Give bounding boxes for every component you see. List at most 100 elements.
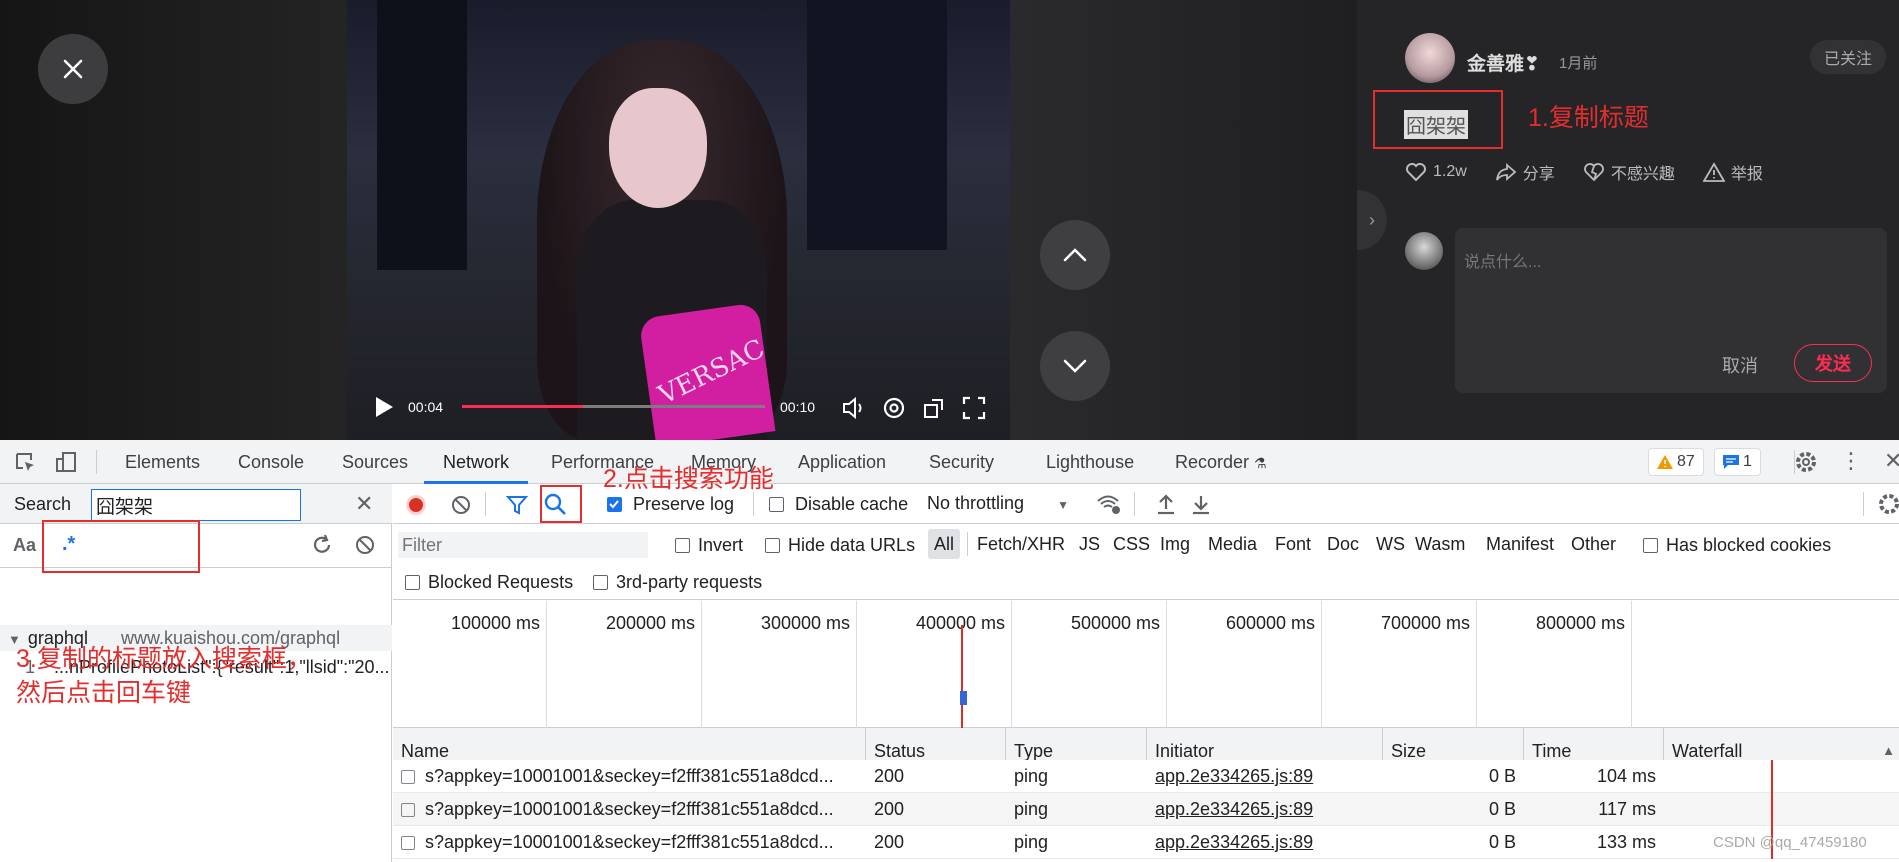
table-row[interactable]: s?appkey=10001001&seckey=f2fff381c551a8d… <box>393 826 1899 859</box>
close-search-icon[interactable]: ✕ <box>355 491 373 517</box>
tab-security[interactable]: Security <box>929 440 994 484</box>
inspect-element-button[interactable] <box>14 451 36 478</box>
tab-sources[interactable]: Sources <box>342 440 408 484</box>
gear-icon <box>1796 452 1816 472</box>
hide-data-urls-checkbox[interactable]: Hide data URLs <box>765 534 915 556</box>
preserve-log-label: Preserve log <box>633 493 735 514</box>
device-icon <box>56 452 76 472</box>
filter-type-media[interactable]: Media <box>1208 534 1257 555</box>
fullscreen-button[interactable] <box>962 396 986 420</box>
settings-icon <box>883 397 905 419</box>
cell-time: 117 ms <box>1598 799 1656 819</box>
filter-type-js[interactable]: JS <box>1079 534 1100 555</box>
search-input[interactable] <box>91 489 301 521</box>
volume-button[interactable] <box>842 396 868 420</box>
filter-type-ws[interactable]: WS <box>1376 534 1405 555</box>
cancel-button[interactable]: 取消 <box>1722 352 1758 378</box>
checkbox-unchecked <box>593 574 608 590</box>
tab-lighthouse[interactable]: Lighthouse <box>1046 440 1134 484</box>
more-options-icon[interactable]: ⋮ <box>1840 448 1862 474</box>
cell-initiator[interactable]: app.2e334265.js:89 <box>1147 826 1383 859</box>
has-blocked-cookies-checkbox[interactable]: Has blocked cookies <box>1643 534 1831 556</box>
refresh-icon <box>313 534 331 553</box>
filter-type-wasm[interactable]: Wasm <box>1415 534 1465 555</box>
close-devtools-icon[interactable]: ✕ <box>1884 448 1899 474</box>
settings-button[interactable] <box>882 396 906 420</box>
rotate-button[interactable] <box>922 396 946 420</box>
progress-bar[interactable] <box>462 405 765 408</box>
bag-text: VERSAC <box>653 333 770 411</box>
cell-size: 0 B <box>1488 799 1516 819</box>
table-row[interactable]: s?appkey=10001001&seckey=f2fff381c551a8d… <box>393 760 1899 793</box>
tab-recorder[interactable]: Recorder ⚗ <box>1175 440 1267 484</box>
clear-log-button[interactable] <box>450 494 472 521</box>
export-har-button[interactable] <box>1191 493 1211 520</box>
divider <box>96 450 97 474</box>
previous-video-button[interactable] <box>1040 220 1110 290</box>
refresh-search-button[interactable] <box>311 534 333 561</box>
filter-type-fetch-xhr[interactable]: Fetch/XHR <box>977 534 1065 555</box>
settings-button[interactable] <box>1794 450 1818 479</box>
dislike-button[interactable]: 不感兴趣 <box>1583 160 1675 184</box>
video-player[interactable]: VERSAC <box>347 0 1010 440</box>
tab-console[interactable]: Console <box>238 440 304 484</box>
filter-input[interactable] <box>398 532 648 558</box>
filter-type-font[interactable]: Font <box>1275 534 1311 555</box>
third-party-checkbox[interactable]: 3rd-party requests <box>593 571 762 593</box>
match-case-button[interactable]: Aa <box>13 535 36 556</box>
device-toolbar-button[interactable] <box>55 451 77 478</box>
invert-checkbox[interactable]: Invert <box>675 534 743 556</box>
cell-type: ping <box>1014 799 1049 819</box>
fullscreen-icon <box>962 396 986 420</box>
filter-toggle-button[interactable] <box>505 494 529 521</box>
filter-type-css[interactable]: CSS <box>1113 534 1150 555</box>
tab-network[interactable]: Network <box>424 440 529 484</box>
tab-elements[interactable]: Elements <box>125 440 200 484</box>
filter-type-img[interactable]: Img <box>1160 534 1190 555</box>
cell-status: 200 <box>874 799 905 819</box>
timeline-gridline <box>1321 601 1322 728</box>
divider <box>753 492 754 516</box>
follow-button[interactable]: 已关注 <box>1810 40 1886 74</box>
next-video-button[interactable] <box>1040 331 1110 401</box>
play-button[interactable] <box>372 395 396 419</box>
filter-type-manifest[interactable]: Manifest <box>1486 534 1554 555</box>
timeline-tick-label: 600000 ms <box>1225 613 1315 633</box>
tab-application[interactable]: Application <box>798 440 886 484</box>
cell-name-container: s?appkey=10001001&seckey=f2fff381c551a8d… <box>393 826 866 859</box>
chevron-right-icon: › <box>1369 209 1375 230</box>
author-name[interactable]: 金善雅❣ <box>1467 49 1540 76</box>
import-har-button[interactable] <box>1156 493 1176 520</box>
preserve-log-checkbox[interactable]: Preserve log <box>607 493 734 515</box>
network-settings-button[interactable] <box>1877 492 1899 521</box>
network-conditions-button[interactable] <box>1096 492 1122 521</box>
author-avatar[interactable] <box>1405 33 1455 83</box>
warning-icon <box>1702 162 1725 182</box>
network-overview-timeline[interactable]: 100000 ms 200000 ms 300000 ms 400000 ms 5000… <box>393 601 1899 728</box>
video-area: VERSAC 00:04 00:10 <box>0 0 1357 440</box>
filter-type-other[interactable]: Other <box>1571 534 1616 555</box>
cell-initiator[interactable]: app.2e334265.js:89 <box>1147 793 1383 826</box>
warnings-badge[interactable]: 87 <box>1648 448 1704 476</box>
throttling-select[interactable]: No throttling ▼ <box>927 493 1069 514</box>
timeline-tick-label: 400000 ms <box>915 613 1005 633</box>
pink-bag: VERSAC <box>638 302 776 440</box>
table-row[interactable]: s?appkey=10001001&seckey=f2fff381c551a8d… <box>393 793 1899 826</box>
messages-badge[interactable]: 1 <box>1714 448 1761 476</box>
annotation-box-search-input <box>42 520 200 573</box>
disable-cache-checkbox[interactable]: Disable cache <box>769 493 908 515</box>
messages-count: 1 <box>1743 453 1752 470</box>
like-button[interactable]: 1.2w <box>1405 160 1467 184</box>
close-button[interactable] <box>38 34 108 104</box>
clear-search-button[interactable] <box>354 534 376 561</box>
filter-type-doc[interactable]: Doc <box>1327 534 1359 555</box>
share-button[interactable]: 分享 <box>1495 160 1555 184</box>
cell-initiator[interactable]: app.2e334265.js:89 <box>1147 760 1383 793</box>
report-button[interactable]: 举报 <box>1702 160 1763 184</box>
send-button[interactable]: 发送 <box>1794 344 1872 382</box>
filter-type-all[interactable]: All <box>928 529 961 559</box>
blocked-requests-checkbox[interactable]: Blocked Requests <box>405 571 573 593</box>
devtools-tabbar: Elements Console Sources Network Perform… <box>0 440 1899 484</box>
timeline-tick-label: 700000 ms <box>1380 613 1470 633</box>
record-button[interactable] <box>406 495 426 515</box>
